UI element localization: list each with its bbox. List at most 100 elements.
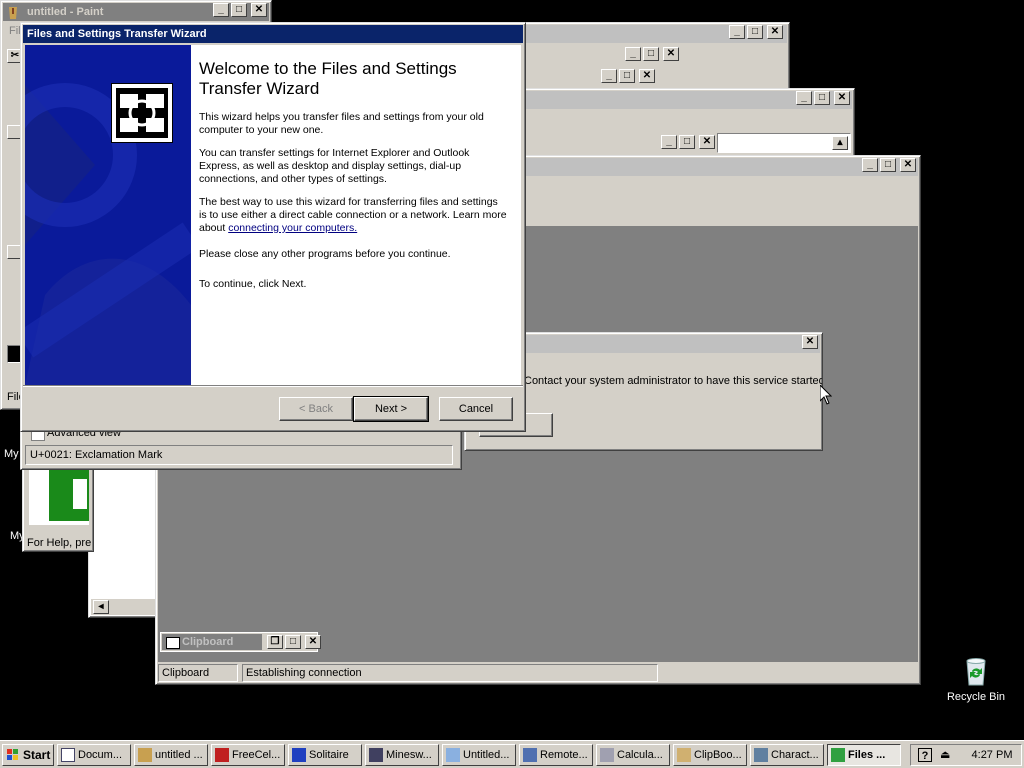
taskbar-item-paint[interactable]: untitled ... [134,744,208,766]
close-button[interactable]: ✕ [834,91,850,105]
remote-desktop-icon [523,748,537,762]
window-controls: ❐ □ ✕ [267,635,321,649]
taskbar-item-label: Docum... [78,749,123,761]
charmap-icon [754,748,768,762]
minimize-button[interactable]: _ [729,25,745,39]
text-field[interactable]: ▴ [717,133,851,153]
window-controls: _ □ ✕ [213,3,267,17]
maximize-button[interactable]: □ [747,25,763,39]
maximize-button[interactable]: □ [231,3,247,17]
close-button[interactable]: ✕ [699,135,715,149]
color-box[interactable] [7,345,21,363]
restore-button[interactable]: ❐ [267,635,283,649]
taskbar-item-document[interactable]: Docum... [57,744,131,766]
taskbar-item-clipbook[interactable]: ClipBoo... [673,744,747,766]
minimize-button[interactable]: _ [601,69,617,83]
error-message: Contact your system administrator to hav… [524,375,823,387]
taskbar-item-remote[interactable]: Remote... [519,744,593,766]
minimize-button[interactable]: _ [625,47,641,61]
taskbar-item-label: Files ... [848,749,886,761]
calculator-icon [600,748,614,762]
clock[interactable]: 4:27 PM [968,748,1016,762]
close-button[interactable]: ✕ [663,47,679,61]
clipbook-icon [677,748,691,762]
wizard-paragraph-4: Please close any other programs before y… [199,248,451,260]
recycle-bin-icon [966,658,986,686]
wizard-heading-line1: Welcome to the Files and Settings [199,59,457,78]
volume-icon[interactable]: ⏏ [940,748,954,762]
windows-logo-icon [7,749,18,760]
taskbar-item-charmap[interactable]: Charact... [750,744,824,766]
scroll-left-button[interactable]: ◂ [93,600,109,614]
connecting-computers-link[interactable]: connecting your computers. [228,222,357,234]
desktop-icon-label: My [4,448,19,460]
back-button[interactable]: < Back [279,397,353,421]
inner-controls-3: _ □ ✕ [661,135,715,149]
start-button[interactable]: Start [2,744,54,766]
inner-controls-1: _ □ ✕ [625,47,679,61]
close-button[interactable]: ✕ [900,158,916,172]
taskbar-item-label: ClipBoo... [694,749,742,761]
taskbar-item-label: untitled ... [155,749,203,761]
close-button[interactable]: ✕ [802,335,818,349]
minimize-button[interactable]: _ [796,91,812,105]
taskbar-item-minesweeper[interactable]: Minesw... [365,744,439,766]
wizard-divider [23,385,523,387]
wizard-window[interactable]: Files and Settings Transfer Wizard Welco… [20,22,526,432]
wizard-logo-icon [111,83,173,143]
taskbar-item-label: Untitled... [463,749,510,761]
paint-title: untitled - Paint [27,6,104,18]
recycle-bin-label: Recycle Bin [946,691,1006,703]
minimize-button[interactable]: _ [661,135,677,149]
maximize-button[interactable]: □ [643,47,659,61]
maximize-button[interactable]: □ [619,69,635,83]
taskbar-item-calculator[interactable]: Calcula... [596,744,670,766]
maximize-button[interactable]: □ [679,135,695,149]
clipbook-status-right: Establishing connection [242,664,658,682]
document-icon [61,748,75,762]
mouse-cursor-icon [820,385,832,405]
clipboard-mini-title: Clipboard [182,636,234,648]
wizard-paragraph-2: You can transfer settings for Internet E… [199,147,470,185]
cancel-button[interactable]: Cancel [439,397,513,421]
paint-help-status: For Help, pre [27,537,92,549]
wizard-heading-line2: Transfer Wizard [199,79,320,98]
maximize-button[interactable]: □ [285,635,301,649]
clipboard-icon [166,637,180,649]
clipboard-minimized-window[interactable]: Clipboard ❐ □ ✕ [160,632,321,652]
freecell-icon [215,748,229,762]
maximize-button[interactable]: □ [880,158,896,172]
horizontal-scrollbar[interactable]: ◂ [91,599,155,615]
wizard-title: Files and Settings Transfer Wizard [27,28,207,40]
notepad-icon [446,748,460,762]
wizard-banner [25,45,191,385]
taskbar-item-label: Calcula... [617,749,663,761]
close-button[interactable]: ✕ [639,69,655,83]
background-window-b[interactable]: _ □ ✕ _ □ ✕ _ □ ✕ [520,22,790,92]
window-controls: _ □ ✕ [862,158,916,172]
paint-icon [9,7,17,19]
taskbar-item-untitled[interactable]: Untitled... [442,744,516,766]
wizard-paragraph-1: This wizard helps you transfer files and… [199,111,484,136]
scroll-up-button[interactable]: ▴ [832,136,848,150]
help-icon[interactable]: ? [918,748,932,762]
wizard-titlebar[interactable]: Files and Settings Transfer Wizard [23,25,523,43]
taskbar-item-solitaire[interactable]: Solitaire [288,744,362,766]
taskbar-item-files-wizard[interactable]: Files ... [827,744,901,766]
desktop-icon-my-1[interactable]: My [4,448,19,462]
close-button[interactable]: ✕ [251,3,267,17]
minimize-button[interactable]: _ [862,158,878,172]
window-controls: _ □ ✕ [729,25,783,39]
close-button[interactable]: ✕ [767,25,783,39]
taskbar-item-label: Minesw... [386,749,432,761]
taskbar-item-freecell[interactable]: FreeCel... [211,744,285,766]
taskbar-item-label: Remote... [540,749,588,761]
close-button[interactable]: ✕ [305,635,321,649]
green-image [29,469,89,525]
maximize-button[interactable]: □ [814,91,830,105]
next-button[interactable]: Next > [353,396,429,422]
recycle-bin[interactable]: Recycle Bin [940,655,1012,711]
wizard-content: Welcome to the Files and Settings Transf… [191,45,521,385]
minimize-button[interactable]: _ [213,3,229,17]
solitaire-icon [292,748,306,762]
